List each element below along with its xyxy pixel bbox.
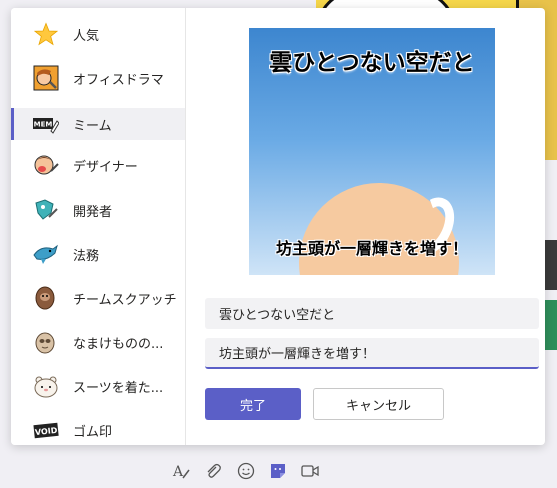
emoji-icon[interactable] [233,458,259,484]
cancel-button[interactable]: キャンセル [313,388,444,420]
meme-bottom-caption: 坊主頭が一層輝きを増す！ [275,239,468,258]
background-card [545,240,557,290]
meme-preview-image: 雲ひとつない空だと 坊主頭が一層輝きを増す！ [249,28,495,275]
category-item-squatch[interactable]: チームスクアッチ [11,282,185,314]
sticker-icon[interactable] [265,458,291,484]
category-label: チームスクアッチ [73,293,177,308]
background-card [545,300,557,350]
bear-in-suit-icon [33,373,59,399]
category-item-meme[interactable]: MEM ミーム [11,108,185,140]
rubber-stamp-icon: VOID [33,417,59,443]
category-item-bear-in-suit[interactable]: スーツを着た... [11,370,185,402]
meet-icon[interactable] [297,458,323,484]
category-label: ゴム印 [73,425,113,440]
developer-icon [33,197,59,223]
done-button[interactable]: 完了 [205,388,301,420]
format-icon[interactable]: A [168,458,194,484]
category-label: 人気 [73,29,100,44]
category-label: デザイナー [73,160,138,175]
category-item-sloth[interactable]: なまけものの... [11,326,185,358]
meme-top-caption: 雲ひとつない空だと [269,50,475,76]
legal-shark-icon [33,241,59,267]
meme-sticker-popup: 人気 オフィスドラマ MEM ミーム デザイナー 開発者 法務 チームスクアッチ… [11,8,545,445]
category-item-office-drama[interactable]: オフィスドラマ [11,62,185,94]
squatch-icon [33,285,59,311]
designer-icon [33,152,59,178]
category-label: オフィスドラマ [73,73,164,88]
category-label: ミーム [73,119,112,134]
bottom-caption-input[interactable] [205,338,539,369]
category-item-popular[interactable]: 人気 [11,18,185,50]
category-label: スーツを着た... [73,381,164,396]
attach-icon[interactable] [200,458,226,484]
category-item-legal[interactable]: 法務 [11,238,185,270]
category-label: 法務 [73,249,100,264]
sloth-icon [33,329,59,355]
category-item-rubber-stamp[interactable]: VOID ゴム印 [11,414,185,445]
svg-text:A: A [172,464,184,480]
office-drama-icon [33,65,59,91]
category-sidebar: 人気 オフィスドラマ MEM ミーム デザイナー 開発者 法務 チームスクアッチ… [11,8,186,445]
category-label: なまけものの... [73,337,164,352]
category-item-designer[interactable]: デザイナー [11,149,185,181]
meme-icon: MEM [33,111,59,137]
svg-text:MEM: MEM [34,121,53,129]
star-icon [33,21,59,47]
category-item-developer[interactable]: 開発者 [11,194,185,226]
category-label: 開発者 [73,205,113,220]
top-caption-input[interactable] [205,298,539,329]
